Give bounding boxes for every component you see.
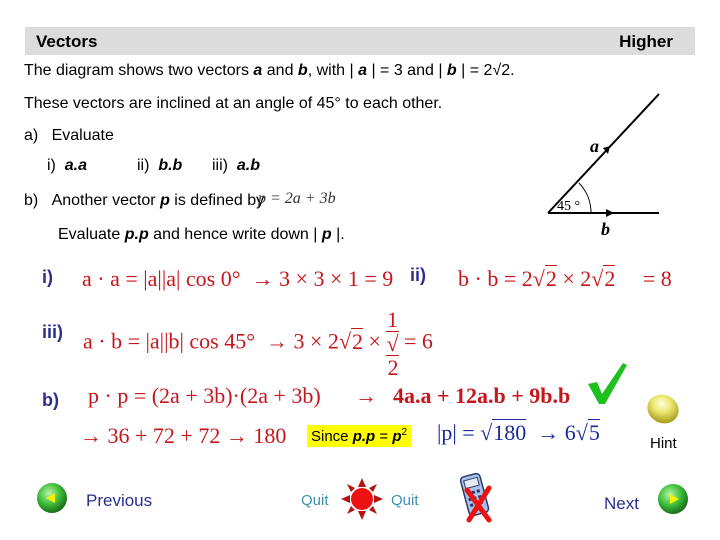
text: and hence write down | <box>148 226 322 243</box>
text: 3 × 2 <box>293 328 339 354</box>
answer-b-label: b) <box>42 390 59 410</box>
sub-label: i) <box>47 157 56 174</box>
numerator: 1 <box>386 307 399 333</box>
text: × 2 <box>556 266 592 291</box>
sub-expr: a.a <box>64 157 88 174</box>
answer-iii-label: iii) <box>42 322 63 342</box>
since-highlight: Since p.p = p2 <box>307 425 412 447</box>
title-bar: Vectors Higher <box>25 27 695 55</box>
text: | = 2√2. <box>456 62 515 79</box>
check-icon <box>588 363 627 404</box>
vector-b: b <box>297 62 308 79</box>
label-a: a <box>590 136 599 156</box>
text: × <box>363 328 381 354</box>
page-title: Vectors <box>36 32 98 51</box>
text: = <box>375 428 393 445</box>
answer-ii-rhs: = 8 <box>642 266 672 291</box>
part-b-label: b) <box>24 192 39 209</box>
answer-i-label: i) <box>42 267 53 287</box>
text: → 6√ <box>537 420 588 445</box>
hint-button[interactable] <box>645 393 681 425</box>
sub-i: i) a.a <box>47 157 87 175</box>
text: |p| = √ <box>437 420 493 445</box>
quit-sun-icon[interactable] <box>340 477 384 521</box>
superscript: 2 <box>401 427 408 438</box>
angle-label: 45 ° <box>557 199 580 214</box>
part-a: a) Evaluate <box>24 127 114 145</box>
modulus-result: |p| = √180 → 6√5 <box>437 419 600 446</box>
text: Since <box>311 428 353 445</box>
evaluate-line: Evaluate p.p and hence write down | p |. <box>58 226 345 244</box>
back-arrow-icon <box>37 483 67 513</box>
previous-button[interactable] <box>36 482 68 514</box>
answer-iii: a · b = |a||b| cos 45° → 3 × 2√2 × 1 √ 2 =… <box>83 307 433 381</box>
radicand: 5 <box>587 419 600 445</box>
vector-p: p <box>321 226 332 243</box>
text: | = 3 and | <box>367 62 447 79</box>
part-b: b) Another vector p is defined by <box>24 192 264 210</box>
text: and <box>262 62 298 79</box>
radicand: 2 <box>351 327 364 354</box>
expr-pp: p.p <box>124 226 149 243</box>
vector-a: a <box>358 62 367 79</box>
calculator-disallowed-icon <box>459 472 492 523</box>
sub-iii: iii) a.b <box>212 157 260 175</box>
part-a-text: Evaluate <box>51 127 114 144</box>
next-button[interactable] <box>657 483 689 515</box>
radicand: 2 <box>603 265 616 291</box>
question-line-2: These vectors are inclined at an angle o… <box>24 95 443 112</box>
hint-label[interactable]: Hint <box>650 435 677 452</box>
sub-expr: b.b <box>158 157 183 174</box>
level-label: Higher <box>619 32 673 51</box>
text: Another vector <box>51 192 161 209</box>
quit-link-right[interactable]: Quit <box>391 492 419 509</box>
vector-b-arrowhead <box>606 209 614 217</box>
fraction: 1 √ 2 <box>386 307 399 381</box>
text: b · b = 2 <box>458 266 533 291</box>
answer-ii-label: ii) <box>410 265 426 285</box>
text: , with | <box>307 62 359 79</box>
text: is defined by <box>169 192 265 209</box>
p-definition-formula: p = 2a + 3b <box>258 190 336 207</box>
angle-arc <box>578 182 592 214</box>
vector-diagram: a b 45 ° <box>547 93 660 239</box>
sub-expr: a.b <box>236 157 261 174</box>
vector-a: a <box>253 62 263 79</box>
answer-i-lhs: a · a = |a||a| cos 0° <box>82 266 241 291</box>
arrow-icon: → <box>251 266 274 291</box>
answer-b-line2: → 36 + 72 + 72 → 180 <box>80 423 287 448</box>
quit-link-left[interactable]: Quit <box>301 492 329 509</box>
question-line-1: The diagram shows two vectors a and b, w… <box>24 62 515 80</box>
radicand: 180 <box>492 419 527 445</box>
answer-ii: b · b = 2√2 × 2√2 = 8 <box>458 265 672 291</box>
text: The diagram shows two vectors <box>24 62 254 79</box>
forward-arrow-icon <box>658 484 688 514</box>
text: |. <box>331 226 345 243</box>
arrow-icon: → <box>266 328 289 354</box>
radicand: 2 <box>544 265 557 291</box>
sub-label: ii) <box>137 157 150 174</box>
sub-label: iii) <box>212 157 228 174</box>
text: a · b = |a||b| cos 45° <box>83 328 256 354</box>
answer-iii-rhs: = 6 <box>404 328 433 354</box>
arrow-icon: → <box>355 383 377 408</box>
vector-a-line <box>547 93 660 214</box>
expr-pp: p.p <box>352 428 376 445</box>
sub-ii: ii) b.b <box>137 157 182 175</box>
answer-b-lhs: p · p = (2a + 3b)·(2a + 3b) <box>88 383 321 408</box>
hint-orb-icon <box>647 394 679 424</box>
next-link[interactable]: Next <box>604 494 639 514</box>
text: Evaluate <box>58 226 125 243</box>
previous-link[interactable]: Previous <box>86 491 152 511</box>
vector-b: b <box>446 62 457 79</box>
part-a-label: a) <box>24 127 39 144</box>
label-b: b <box>601 219 610 239</box>
answer-i-rhs: 3 × 3 × 1 = 9 <box>279 266 394 291</box>
denominator: 2 <box>386 355 399 381</box>
vector-p: p <box>160 192 170 209</box>
answer-b-expand: 4a.a + 12a.b + 9b.b <box>393 383 571 408</box>
answer-i: a · a = |a||a| cos 0° → 3 × 3 × 1 = 9 <box>82 266 393 292</box>
